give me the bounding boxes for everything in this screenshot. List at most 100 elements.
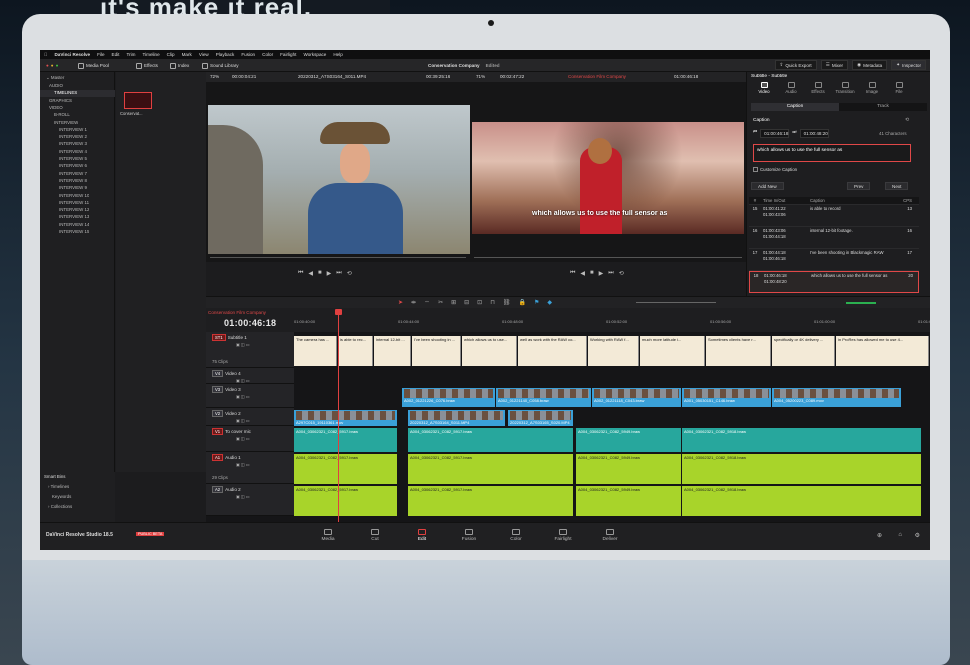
stop-icon[interactable]: ■ xyxy=(318,270,322,276)
reverse-icon[interactable]: ◀ xyxy=(308,270,313,277)
bin-item[interactable]: TIMELINES xyxy=(40,90,115,98)
bin-item[interactable]: INTERVIEW 13 xyxy=(59,214,89,221)
timeline-clip[interactable]: A002_01221226_C076.braw xyxy=(402,388,495,407)
caption-tab[interactable]: Caption xyxy=(751,103,839,111)
bin-item[interactable]: INTERVIEW 7 xyxy=(59,171,87,178)
track-controls-icon[interactable]: ▣ ◫ ▭ xyxy=(236,342,250,347)
timeline-clip[interactable]: A004_03062321_C082_5918.braw xyxy=(682,454,921,484)
bin-item[interactable]: VIDEO xyxy=(49,105,63,112)
track-header-v3[interactable]: V3 Video 3 ▣ ◫ ▭ xyxy=(206,384,294,408)
bin-item[interactable]: INTERVIEW 8 xyxy=(59,178,87,185)
prev-button[interactable]: Prev xyxy=(847,182,871,190)
timeline-tab[interactable]: Conservation Film Company xyxy=(208,310,266,315)
track-controls-icon[interactable]: ▣ ◫ ▭ xyxy=(236,418,250,423)
timeline-clip[interactable]: 20220312_A7S03164_S011.MP4 xyxy=(408,410,505,426)
subtitle-row[interactable]: 15 01:00:41:22 01:00:43:06 is able to recor… xyxy=(749,205,919,227)
bin-item[interactable]: INTERVIEW 4 xyxy=(59,149,87,156)
smart-bin-collections[interactable]: › Collections xyxy=(48,504,72,509)
timeline-clip[interactable]: A004_03062321_C082_5917.braw xyxy=(408,454,573,484)
timeline-clip[interactable]: The camera has ... xyxy=(294,336,337,366)
smart-bin-timelines[interactable]: › Timelines xyxy=(48,484,69,489)
flag-icon[interactable]: ⚑ xyxy=(534,299,539,306)
program-zoom[interactable]: 71% xyxy=(476,74,485,79)
media-pool-button[interactable]: Media Pool xyxy=(78,61,109,70)
track-header-a1[interactable]: A1 Audio 1 29 Clips ▣ ◫ ▭ xyxy=(206,452,294,484)
playhead[interactable] xyxy=(338,314,339,522)
timeline-thumbnail[interactable] xyxy=(124,92,152,109)
caption-out-field[interactable]: 01:00:48:20 xyxy=(799,129,829,138)
window-controls[interactable]: ● ● ● xyxy=(46,61,58,70)
smart-bin-keywords[interactable]: Keywords xyxy=(52,494,71,499)
track-id-badge[interactable]: V3 xyxy=(212,386,224,393)
bin-item[interactable]: INTERVIEW 14 xyxy=(59,222,89,229)
add-new-button[interactable]: Add New xyxy=(751,182,784,190)
source-clip-name[interactable]: 20220312_A7S03164_S011.MP4 xyxy=(298,74,366,79)
bin-item[interactable]: INTERVIEW 10 xyxy=(59,193,89,200)
timeline-clip[interactable]: well as work with the RAW co... xyxy=(518,336,587,366)
overwrite-icon[interactable]: ⊟ xyxy=(464,299,469,306)
menu-trim[interactable]: Trim xyxy=(126,52,135,57)
bin-item[interactable]: INTERVIEW 6 xyxy=(59,163,87,170)
timeline-clip[interactable]: which allows us to use... xyxy=(462,336,517,366)
timeline-clip[interactable]: A297C015_19110361.mov xyxy=(294,410,397,426)
play-icon[interactable]: ▶ xyxy=(599,270,604,277)
timeline-clip[interactable]: much more latitude i... xyxy=(640,336,705,366)
program-frame[interactable]: which allows us to use the full sensor a… xyxy=(472,122,744,234)
track-name[interactable]: Audio 2 xyxy=(225,487,241,492)
timeline-clip[interactable]: A004_03062321_C082_5917.braw xyxy=(294,486,397,516)
stop-icon[interactable]: ■ xyxy=(590,270,594,276)
track-id-badge[interactable]: V1 xyxy=(212,428,224,435)
timeline-clip[interactable]: in ProRes has allowed me to use 4... xyxy=(836,336,929,366)
menu-app[interactable]: DaVinci Resolve xyxy=(54,52,90,57)
source-zoom[interactable]: 72% xyxy=(210,74,219,79)
track-id-badge[interactable]: V4 xyxy=(212,370,224,377)
bin-item[interactable]: B-ROLL xyxy=(54,112,70,119)
page-tab-deliver[interactable]: Deliver xyxy=(590,529,630,542)
timeline-clip[interactable]: Working with RAW f... xyxy=(588,336,639,366)
page-tab-fairlight[interactable]: Fairlight xyxy=(543,529,583,542)
track-header-v2[interactable]: V2 Video 2 ▣ ◫ ▭ xyxy=(206,408,294,426)
timeline-clip[interactable]: Sometimes clients have r... xyxy=(706,336,771,366)
bin-item[interactable]: INTERVIEW 12 xyxy=(59,207,89,214)
track-header-st1[interactable]: ST1 Subtitle 1 75 Clips ▣ ◫ ▭ xyxy=(206,332,294,368)
lock-icon[interactable]: 🔒 xyxy=(519,299,526,306)
track-id-badge[interactable]: ST1 xyxy=(212,334,226,341)
bin-item[interactable]: INTERVIEW 1 xyxy=(59,127,87,134)
bin-item[interactable]: AUDIO xyxy=(49,83,63,90)
menu-mark[interactable]: Mark xyxy=(182,52,192,57)
inspector-tab-effects[interactable]: Effects xyxy=(805,82,831,94)
track-name[interactable]: Video 3 xyxy=(225,387,241,392)
reset-icon[interactable]: ⟲ xyxy=(905,117,909,123)
page-tab-color[interactable]: Color xyxy=(496,529,536,542)
caption-text-field[interactable]: which allows us to use the full sensor a… xyxy=(753,144,911,162)
menu-edit[interactable]: Edit xyxy=(112,52,120,57)
page-tab-fusion[interactable]: Fusion xyxy=(449,529,489,542)
home-icon[interactable]: ⌂ xyxy=(898,532,902,538)
replace-icon[interactable]: ⊡ xyxy=(477,299,482,306)
menu-fusion[interactable]: Fusion xyxy=(241,52,255,57)
inspector-tab-video[interactable]: Video xyxy=(751,82,777,94)
timeline-clip[interactable]: 20220312_A7S03165_S020.MP4 xyxy=(508,410,573,426)
sound-library-button[interactable]: Sound Library xyxy=(202,61,239,70)
source-scrubber[interactable] xyxy=(210,257,466,258)
track-header-v4[interactable]: V4 Video 4 ▣ ◫ ▭ xyxy=(206,368,294,384)
track-name[interactable]: To cover mic xyxy=(225,429,251,434)
timeline-clip[interactable]: A004_03062321_C082_5917.braw xyxy=(294,454,397,484)
mixer-button[interactable]: ☰ Mixer xyxy=(820,60,849,70)
track-id-badge[interactable]: A1 xyxy=(212,454,224,461)
inspector-tab-audio[interactable]: Audio xyxy=(778,82,804,94)
track-controls-icon[interactable]: ▣ ◫ ▭ xyxy=(236,436,250,441)
bin-master[interactable]: ⌄ Master xyxy=(46,75,64,82)
timeline-clip[interactable]: A004_03062321_C082_5917.braw xyxy=(408,486,573,516)
timeline-clip[interactable]: A004_03062321_C082_5949.braw xyxy=(576,454,681,484)
bin-item[interactable]: INTERVIEW 2 xyxy=(59,134,87,141)
track-header-v1[interactable]: V1 To cover mic ▣ ◫ ▭ xyxy=(206,426,294,452)
menu-view[interactable]: View xyxy=(199,52,209,57)
track-controls-icon[interactable]: ▣ ◫ ▭ xyxy=(236,494,250,499)
menu-timeline[interactable]: Timeline xyxy=(142,52,159,57)
subtitle-row[interactable]: 16 01:00:43:06 01:00:44:18 internal 12-bit … xyxy=(749,227,919,249)
track-header-a2[interactable]: A2 Audio 2 ▣ ◫ ▭ xyxy=(206,484,294,516)
timeline-clip[interactable]: A001_05030151_C146.braw xyxy=(682,388,771,407)
link-icon[interactable]: ⛓ xyxy=(503,299,511,306)
timeline-clip[interactable]: A002_01221118_C043.braw xyxy=(592,388,681,407)
